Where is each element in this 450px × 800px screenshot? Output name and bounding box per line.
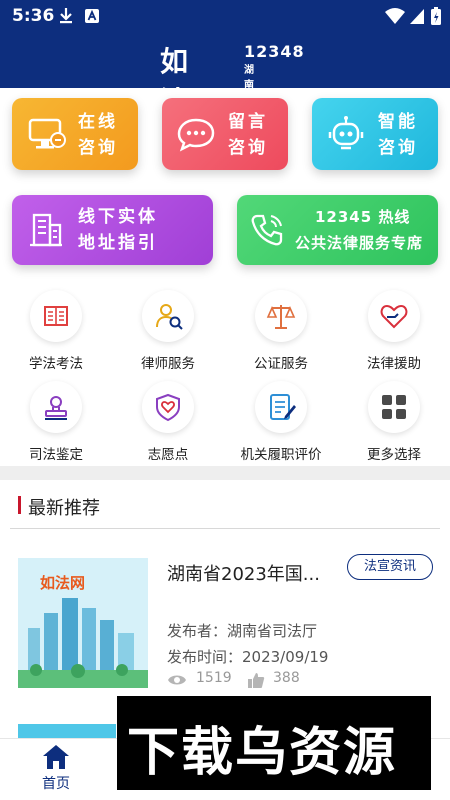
robot-icon	[328, 116, 364, 150]
message-consult-card[interactable]: 留言 咨询	[162, 98, 288, 170]
offline-address-line2: 地址指引	[78, 233, 158, 253]
grid-icon-circle	[255, 290, 307, 342]
news-title: 湖南省2023年国...	[167, 564, 320, 585]
scales-icon	[266, 305, 296, 329]
signal-icon	[410, 9, 424, 24]
document-edit-icon	[270, 394, 296, 420]
offline-address-card[interactable]: 线下实体 地址指引	[12, 195, 213, 265]
status-time: 5:36	[12, 6, 55, 26]
smart-consult-label: 智能 咨询	[378, 109, 418, 161]
offline-address-label: 线下实体 地址指引	[78, 204, 158, 256]
heart-help-icon	[380, 304, 408, 329]
eye-icon	[168, 675, 186, 685]
svg-text:如法网: 如法网	[40, 574, 85, 592]
more-grid-icon	[382, 395, 406, 419]
message-consult-line2: 咨询	[228, 138, 268, 158]
grid-icon-circle	[142, 290, 194, 342]
watermark-overlay: 下载乌资源	[117, 696, 431, 790]
grid-icon-circle	[142, 381, 194, 433]
app-notification-icon	[85, 9, 99, 23]
home-icon	[43, 745, 69, 769]
computer-chat-icon	[28, 118, 66, 149]
grid-label: 学法考法	[29, 356, 83, 372]
message-consult-label: 留言 咨询	[228, 109, 268, 161]
volunteer-shield-icon	[156, 393, 180, 422]
grid-icon-circle	[255, 381, 307, 433]
lawyer-search-icon	[156, 304, 183, 330]
grid-label: 公证服务	[254, 356, 308, 372]
hotline-line1: 12345 热线	[315, 208, 411, 226]
app-header: 5:36 如法网 12348 湖南法网	[0, 0, 450, 158]
brand-hotline-number: 12348	[244, 42, 305, 61]
online-consult-line1: 在线	[78, 112, 118, 132]
magnifier-stamp-icon	[45, 396, 67, 420]
grid-item-more[interactable]: 更多选择	[344, 381, 444, 471]
section-divider	[0, 466, 450, 480]
chat-bubble-icon	[177, 118, 215, 152]
message-consult-line1: 留言	[228, 112, 268, 132]
grid-label: 更多选择	[367, 447, 421, 463]
grid-icon-circle	[30, 290, 82, 342]
hotline-label: 12345 热线 公共法律服务专席	[295, 204, 423, 256]
news-item[interactable]: 如法网 湖南省2023年国... 法宣资讯 发布者：湖南省司法厅 发布时间：20…	[0, 540, 450, 700]
news-views: 1519	[196, 670, 232, 686]
grid-item-lawyer[interactable]: 律师服务	[118, 290, 218, 380]
nav-home[interactable]: 首页	[28, 739, 84, 800]
grid-item-study-law[interactable]: 学法考法	[6, 290, 106, 380]
grid-icon-circle	[368, 290, 420, 342]
grid-label: 志愿点	[147, 447, 189, 463]
online-consult-card[interactable]: 在线 咨询	[12, 98, 138, 170]
app-root: 5:36 如法网 12348 湖南法网	[0, 0, 450, 800]
phone-icon	[251, 214, 283, 246]
thumbs-up-icon[interactable]	[247, 671, 265, 689]
next-news-thumbnail-peek	[18, 724, 116, 738]
news-publisher: 发布者：湖南省司法厅	[167, 622, 318, 640]
grid-label: 律师服务	[141, 356, 195, 372]
section-title: 最新推荐	[28, 498, 100, 519]
online-consult-label: 在线 咨询	[78, 109, 118, 161]
grid-icon-circle	[30, 381, 82, 433]
section-underline	[10, 528, 440, 529]
grid-label: 法律援助	[367, 356, 421, 372]
smart-consult-card[interactable]: 智能 咨询	[312, 98, 438, 170]
news-likes: 388	[273, 670, 300, 686]
news-thumbnail: 如法网	[18, 558, 148, 688]
grid-item-legal-aid[interactable]: 法律援助	[344, 290, 444, 380]
grid-icon-circle	[368, 381, 420, 433]
watermark-text: 下载乌资源	[127, 723, 398, 783]
book-icon	[44, 306, 68, 326]
grid-label: 机关履职评价	[240, 447, 322, 463]
grid-item-evaluation[interactable]: 机关履职评价	[231, 381, 331, 471]
hotline-card[interactable]: 12345 热线 公共法律服务专席	[237, 195, 438, 265]
wifi-icon	[385, 8, 405, 24]
building-icon	[30, 213, 62, 247]
hotline-line2: 公共法律服务专席	[295, 234, 424, 252]
battery-icon	[431, 7, 441, 25]
grid-item-notary[interactable]: 公证服务	[231, 290, 331, 380]
status-bar: 5:36	[0, 0, 450, 32]
smart-consult-line2: 咨询	[378, 138, 418, 158]
section-accent-bar	[18, 496, 21, 514]
offline-address-line1: 线下实体	[78, 207, 158, 227]
news-category-tag[interactable]: 法宣资讯	[347, 554, 433, 580]
grid-label: 司法鉴定	[29, 447, 83, 463]
grid-item-forensic[interactable]: 司法鉴定	[6, 381, 106, 471]
city-skyline-image: 如法网	[18, 558, 148, 688]
news-date: 发布时间：2023/09/19	[167, 648, 329, 666]
smart-consult-line1: 智能	[378, 112, 418, 132]
online-consult-line2: 咨询	[78, 138, 118, 158]
download-icon	[60, 8, 72, 24]
nav-home-label: 首页	[42, 776, 70, 792]
grid-item-volunteer[interactable]: 志愿点	[118, 381, 218, 471]
